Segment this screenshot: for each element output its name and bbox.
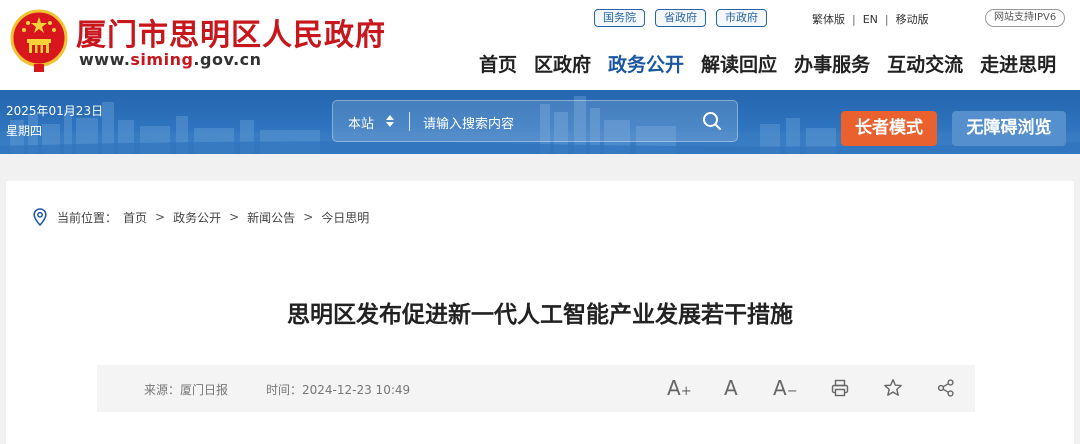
font-enlarge-button[interactable]: A+ <box>667 375 692 401</box>
nav-gov-affairs[interactable]: 政务公开 <box>608 50 684 77</box>
breadcrumb-news[interactable]: 新闻公告 <box>247 209 295 226</box>
url-highlight: siming <box>130 50 194 69</box>
font-normal-letter: A <box>724 376 738 400</box>
link-english[interactable]: EN <box>863 13 878 26</box>
link-state-council[interactable]: 国务院 <box>594 9 645 27</box>
location-pin-icon <box>33 208 47 226</box>
article-source: 来源：厦门日报 <box>144 383 229 397</box>
article-time: 时间：2024-12-23 10:49 <box>266 383 411 397</box>
site-header: 厦门市思明区人民政府 www.siming.gov.cn 国务院 省政府 市政府… <box>0 0 1080 90</box>
article-meta-bar: 来源：厦门日报 时间：2024-12-23 10:49 A+ A A− <box>97 365 975 412</box>
breadcrumb: 当前位置： 首页 > 政务公开 > 新闻公告 > 今日思明 <box>33 208 369 226</box>
gov-links: 国务院 省政府 市政府 <box>594 9 767 27</box>
national-emblem-icon <box>10 9 68 72</box>
link-mobile[interactable]: 移动版 <box>896 11 929 27</box>
nav-interpretation[interactable]: 解读回应 <box>701 50 777 77</box>
sort-arrows-icon[interactable] <box>385 110 395 132</box>
font-shrink-button[interactable]: A− <box>773 375 798 401</box>
url-suffix: .gov.cn <box>193 50 262 69</box>
search-input[interactable]: 请输入搜索内容 <box>423 113 514 132</box>
link-traditional[interactable]: 繁体版 <box>812 11 845 27</box>
search-banner: 2025年01月23日 星期四 本站 请输入搜索内容 长者模式 无障碍浏览 <box>0 90 1080 154</box>
nav-interaction[interactable]: 互动交流 <box>887 50 963 77</box>
breadcrumb-today-siming[interactable]: 今日思明 <box>321 209 369 226</box>
star-icon <box>884 379 902 396</box>
font-normal-button[interactable]: A <box>724 375 738 401</box>
search-divider <box>409 112 410 131</box>
nav-home[interactable]: 首页 <box>479 50 517 77</box>
share-button[interactable] <box>937 379 955 405</box>
elder-mode-button[interactable]: 长者模式 <box>841 111 937 146</box>
nav-about-siming[interactable]: 走进思明 <box>980 50 1056 77</box>
print-button[interactable] <box>831 379 849 405</box>
current-date: 2025年01月23日 星期四 <box>6 101 103 141</box>
ipv6-badge: 网站支持IPV6 <box>985 9 1066 27</box>
top-links: 繁体版 | EN | 移动版 <box>812 11 929 27</box>
weekday-text: 星期四 <box>6 124 43 138</box>
printer-icon <box>831 379 849 397</box>
link-province[interactable]: 省政府 <box>655 9 706 27</box>
share-icon <box>937 379 954 397</box>
font-shrink-letter: A <box>773 376 787 400</box>
search-icon[interactable] <box>702 111 722 131</box>
article-title: 思明区发布促进新一代人工智能产业发展若干措施 <box>287 302 793 328</box>
date-text: 2025年01月23日 <box>6 104 104 118</box>
url-prefix: www. <box>79 50 131 69</box>
main-nav: 首页 区政府 政务公开 解读回应 办事服务 互动交流 走进思明 <box>479 50 1056 77</box>
article-panel: 当前位置： 首页 > 政务公开 > 新闻公告 > 今日思明 思明区发布促进新一代… <box>6 181 1074 444</box>
nav-district-gov[interactable]: 区政府 <box>534 50 591 77</box>
link-city[interactable]: 市政府 <box>716 9 767 27</box>
separator: | <box>884 12 889 26</box>
breadcrumb-gov-affairs[interactable]: 政务公开 <box>173 209 221 226</box>
nav-services[interactable]: 办事服务 <box>794 50 870 77</box>
breadcrumb-label: 当前位置： <box>57 210 118 225</box>
favorite-button[interactable] <box>883 378 903 404</box>
search-scope-select[interactable]: 本站 <box>348 113 374 132</box>
accessibility-button[interactable]: 无障碍浏览 <box>952 111 1066 146</box>
breadcrumb-separator: > <box>155 210 166 224</box>
separator: | <box>852 12 856 26</box>
breadcrumb-separator: > <box>303 210 314 224</box>
breadcrumb-home[interactable]: 首页 <box>123 209 147 226</box>
search-box: 本站 请输入搜索内容 <box>332 100 738 142</box>
site-url: www.siming.gov.cn <box>79 50 262 69</box>
site-name: 厦门市思明区人民政府 <box>76 18 386 53</box>
font-enlarge-letter: A <box>667 376 681 400</box>
breadcrumb-separator: > <box>229 210 240 224</box>
